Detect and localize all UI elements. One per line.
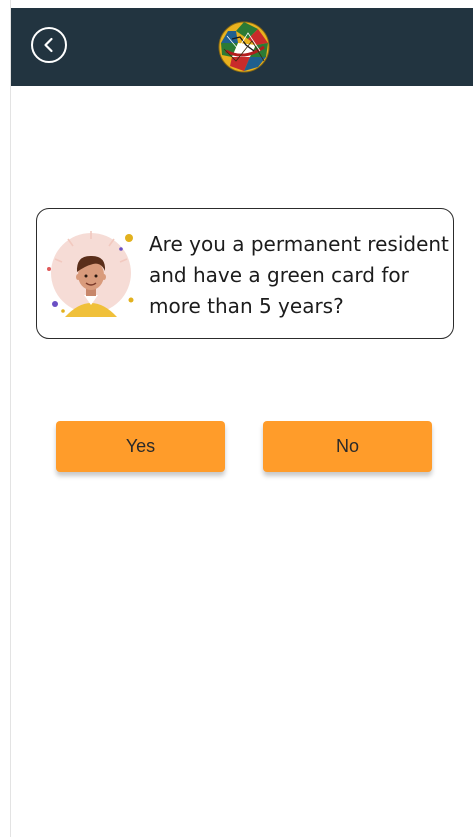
no-button[interactable]: No (263, 421, 432, 472)
app-screen: Are you a permanent resident and have a … (10, 0, 473, 837)
back-button[interactable] (31, 27, 67, 63)
question-card: Are you a permanent resident and have a … (36, 208, 454, 339)
person-avatar-icon (43, 225, 139, 321)
back-arrow-icon (44, 37, 53, 53)
question-text: Are you a permanent resident and have a … (149, 232, 449, 318)
yes-button[interactable]: Yes (56, 421, 225, 472)
header-bar (11, 8, 473, 86)
globe-logo-icon (218, 21, 270, 73)
